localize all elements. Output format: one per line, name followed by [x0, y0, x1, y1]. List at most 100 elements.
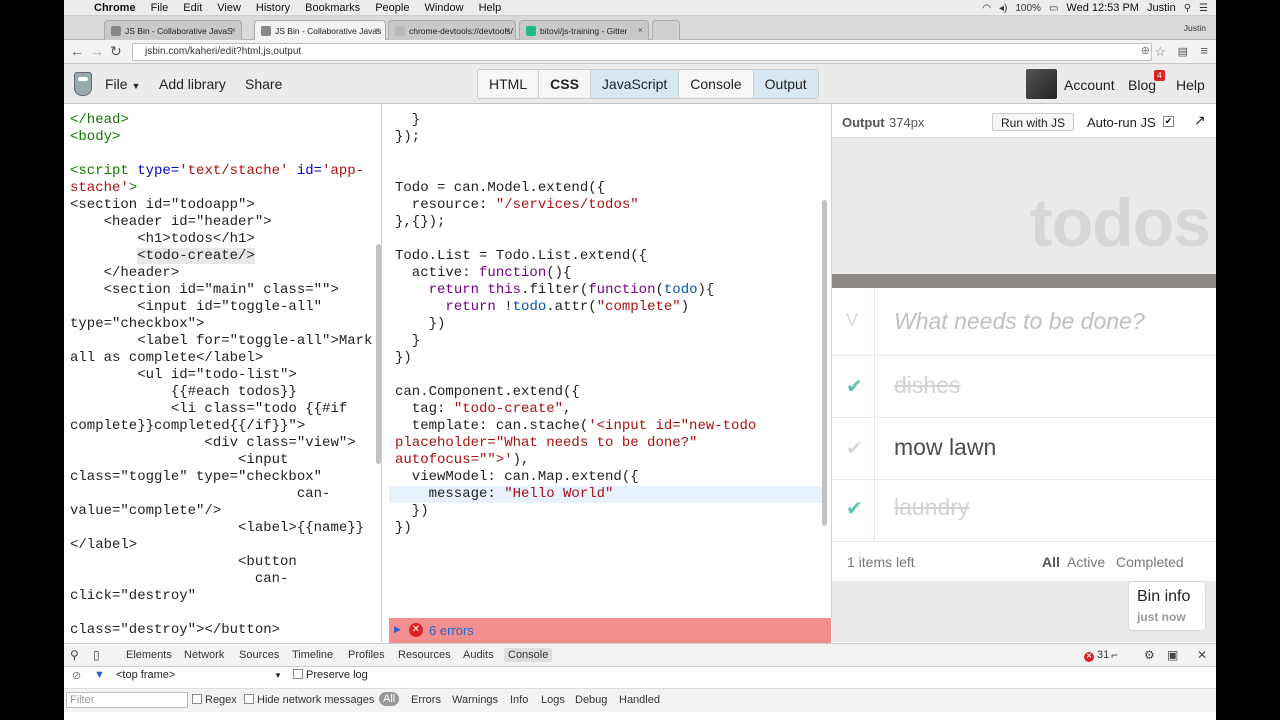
close-icon[interactable]: ×	[375, 25, 380, 35]
devtools-tab-audits[interactable]: Audits	[463, 649, 494, 661]
tab-output[interactable]: Output	[753, 70, 818, 98]
clear-console-icon[interactable]: ⊘	[72, 669, 81, 682]
back-icon[interactable]: ←	[70, 43, 84, 59]
forward-icon[interactable]: →	[90, 43, 104, 59]
html-code[interactable]: </head> <body> <script type='text/stache…	[70, 104, 372, 639]
tab-jsbin-1[interactable]: JS Bin - Collaborative JavaS ×	[104, 20, 242, 40]
regex-option[interactable]: Regex	[192, 694, 237, 706]
toggle-all-icon[interactable]: V	[846, 310, 858, 331]
filter-completed[interactable]: Completed	[1116, 554, 1184, 570]
search-icon[interactable]: ⚲	[1184, 3, 1191, 14]
html-scrollbar[interactable]	[376, 244, 381, 464]
menu-bookmarks[interactable]: Bookmarks	[305, 2, 360, 14]
jsbin-logo-icon[interactable]	[74, 72, 92, 96]
account-link[interactable]: Account	[1064, 77, 1115, 93]
profile-name[interactable]: Justin	[1184, 23, 1206, 33]
devtools-tab-resources[interactable]: Resources	[398, 649, 451, 661]
bookmark-star-icon[interactable]: ☆	[1154, 44, 1166, 60]
devtools-tab-timeline[interactable]: Timeline	[292, 649, 333, 661]
new-tab-button[interactable]	[652, 20, 680, 40]
tab-devtools[interactable]: chrome-devtools://devtools/×	[388, 20, 516, 40]
device-icon[interactable]: ▯	[93, 648, 100, 662]
popout-arrow-icon[interactable]: ↗	[1194, 112, 1206, 129]
checkmark-icon[interactable]: ✔	[846, 374, 863, 399]
error-counter[interactable]: ✕ 31	[1084, 649, 1109, 662]
devtools-tab-sources[interactable]: Sources	[239, 649, 279, 661]
tab-css[interactable]: CSS	[539, 70, 591, 98]
file-menu[interactable]: File ▼	[105, 76, 140, 92]
menu-edit[interactable]: Edit	[183, 2, 202, 14]
menu-window[interactable]: Window	[424, 2, 463, 14]
regex-checkbox[interactable]	[192, 694, 202, 704]
level-all[interactable]: All	[379, 692, 400, 706]
new-todo-input[interactable]: What needs to be done?	[894, 308, 1145, 335]
js-scrollbar[interactable]	[822, 200, 827, 526]
expand-arrow-icon[interactable]: ▶	[394, 624, 401, 635]
menu-view[interactable]: View	[217, 2, 241, 14]
level-handled[interactable]: Handled	[619, 694, 660, 706]
devtools-tab-console[interactable]: Console	[504, 648, 553, 662]
preserve-log-option[interactable]: Preserve log	[293, 669, 368, 681]
add-library-button[interactable]: Add library	[159, 76, 226, 92]
level-errors[interactable]: Errors	[411, 694, 441, 706]
checkmark-icon[interactable]: ✔	[846, 496, 863, 521]
blog-link[interactable]: Blog	[1128, 77, 1156, 93]
menu-history[interactable]: History	[256, 2, 290, 14]
tab-console[interactable]: Console	[679, 70, 754, 98]
share-button[interactable]: Share	[245, 76, 282, 92]
devtools-tab-profiles[interactable]: Profiles	[348, 649, 385, 661]
menu-help[interactable]: Help	[479, 2, 502, 14]
checkmark-icon[interactable]: ✔	[846, 436, 863, 461]
frame-selector[interactable]: <top frame>	[116, 669, 175, 681]
list-icon[interactable]: ☰	[1199, 3, 1208, 14]
filter-icon[interactable]: ▼	[94, 669, 105, 681]
devtools-tab-network[interactable]: Network	[184, 649, 224, 661]
close-icon[interactable]: ×	[505, 25, 510, 35]
js-editor-panel[interactable]: } }); Todo = can.Model.extend({ resource…	[389, 104, 832, 618]
tab-gitter[interactable]: bitovi/js-training - Gitter ×	[519, 20, 649, 40]
extension-icon[interactable]: ▤	[1178, 45, 1188, 58]
html-editor-panel[interactable]: </head> <body> <script type='text/stache…	[64, 104, 382, 642]
avatar[interactable]	[1026, 69, 1057, 99]
tab-jsbin-2[interactable]: JS Bin - Collaborative Javas ×	[254, 20, 386, 40]
help-link[interactable]: Help	[1176, 77, 1205, 93]
filter-all[interactable]: All	[1042, 554, 1060, 570]
menu-app[interactable]: Chrome	[94, 2, 136, 14]
dock-icon[interactable]: ▣	[1167, 648, 1178, 662]
clock[interactable]: Wed 12:53 PM	[1066, 2, 1139, 14]
wifi-icon[interactable]: ◠	[982, 3, 991, 14]
chrome-menu-icon[interactable]: ≡	[1200, 43, 1208, 58]
close-icon[interactable]: ×	[231, 25, 236, 35]
reload-icon[interactable]: ↻	[110, 43, 122, 60]
bin-info-panel[interactable]: Bin info just now	[1129, 582, 1205, 630]
level-logs[interactable]: Logs	[541, 694, 565, 706]
menu-file[interactable]: File	[151, 2, 169, 14]
tab-javascript[interactable]: JavaScript	[590, 70, 680, 98]
level-debug[interactable]: Debug	[575, 694, 607, 706]
close-devtools-icon[interactable]: ✕	[1197, 648, 1207, 662]
menu-people[interactable]: People	[375, 2, 409, 14]
hide-network-option[interactable]: Hide network messages	[244, 694, 374, 706]
volume-icon[interactable]: ◂)	[999, 3, 1007, 14]
run-with-js-button[interactable]: Run with JS	[992, 113, 1075, 131]
auto-run-checkbox[interactable]: ✔	[1163, 116, 1174, 127]
devtools-tab-elements[interactable]: Elements	[126, 649, 172, 661]
console-drawer-icon[interactable]: ⌐	[1111, 648, 1118, 662]
battery-icon[interactable]: ▭	[1049, 3, 1058, 14]
chevron-down-icon[interactable]: ▼	[274, 671, 282, 680]
js-code[interactable]: } }); Todo = can.Model.extend({ resource…	[395, 104, 756, 537]
tab-html[interactable]: HTML	[478, 70, 540, 98]
hide-network-checkbox[interactable]	[244, 694, 254, 704]
console-filter-input[interactable]: Filter	[66, 692, 188, 708]
error-bar[interactable]: ▶ ✕ 6 errors	[389, 618, 831, 643]
user-name[interactable]: Justin	[1147, 2, 1176, 14]
filter-active[interactable]: Active	[1067, 554, 1105, 570]
level-warnings[interactable]: Warnings	[452, 694, 498, 706]
level-info[interactable]: Info	[510, 694, 528, 706]
preserve-log-checkbox[interactable]	[293, 669, 303, 679]
zoom-icon[interactable]: ⊕	[1141, 44, 1150, 57]
close-icon[interactable]: ×	[638, 25, 643, 35]
url-input[interactable]: jsbin.com/kaheri/edit?html,js,output	[132, 43, 1152, 61]
gear-icon[interactable]: ⚙	[1144, 648, 1155, 662]
inspect-icon[interactable]: ⚲	[70, 648, 79, 662]
